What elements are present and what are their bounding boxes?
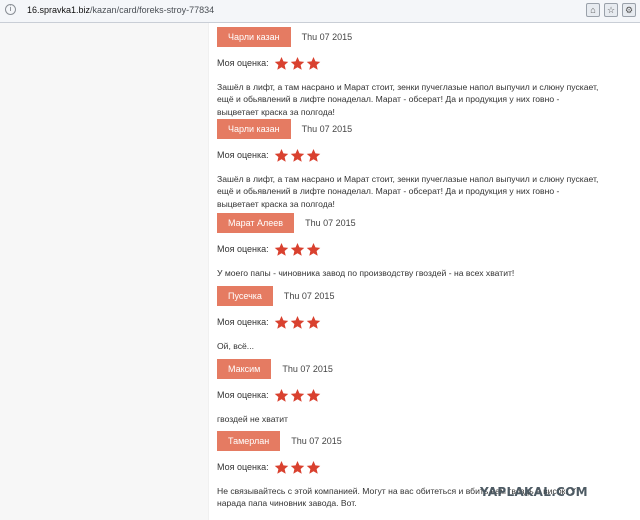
- star-icon: [306, 148, 320, 162]
- rating-label: Моя оценка:: [217, 317, 269, 327]
- star-icon: [290, 148, 304, 162]
- review-rating: Моя оценка:: [217, 241, 612, 257]
- review-text: гвоздей не хватит: [217, 414, 288, 424]
- review-date: Thu 07 2015: [282, 364, 333, 374]
- url-host: 16.spravka1.biz: [27, 5, 91, 15]
- rating-stars: [274, 315, 322, 330]
- star-icon: [290, 460, 304, 474]
- page-info-icon[interactable]: i: [5, 4, 16, 15]
- star-icon: [290, 56, 304, 70]
- review-item: Максим Thu 07 2015 Моя оценка: гвоздей н…: [217, 359, 612, 425]
- review-date: Thu 07 2015: [305, 218, 356, 228]
- star-icon: [290, 315, 304, 329]
- star-icon: [274, 460, 288, 474]
- star-icon: [274, 148, 288, 162]
- star-icon: [306, 460, 320, 474]
- window-controls: ⌂ ☆ ⚙: [586, 3, 636, 17]
- favorites-star-icon[interactable]: ☆: [604, 3, 618, 17]
- review-author[interactable]: Максим: [217, 359, 272, 379]
- home-icon[interactable]: ⌂: [586, 3, 600, 17]
- review-text: Зашёл в лифт, а там насрано и Марат стои…: [217, 82, 599, 117]
- rating-stars: [274, 242, 322, 257]
- star-icon: [306, 242, 320, 256]
- left-blank-area: [0, 23, 208, 520]
- review-text: У моего папы - чиновника завод по произв…: [217, 268, 515, 278]
- reviews-list: Чарли казан Thu 07 2015 Моя оценка: Зашё…: [209, 23, 640, 520]
- review-item: Чарли казан Thu 07 2015 Моя оценка: Зашё…: [217, 27, 612, 118]
- star-icon: [290, 388, 304, 402]
- review-rating: Моя оценка:: [217, 314, 612, 330]
- review-author[interactable]: Тамерлан: [217, 431, 281, 451]
- review-author[interactable]: Чарли казан: [217, 119, 291, 139]
- rating-stars: [274, 148, 322, 163]
- review-date: Thu 07 2015: [301, 32, 353, 42]
- rating-label: Моя оценка:: [217, 58, 269, 68]
- review-date: Thu 07 2015: [291, 436, 342, 446]
- review-item: Пусечка Thu 07 2015 Моя оценка: Ой, всё.…: [217, 286, 612, 352]
- site-watermark: YAPLAKAL.COM: [480, 485, 588, 499]
- review-date: Thu 07 2015: [301, 124, 353, 134]
- page: Чарли казан Thu 07 2015 Моя оценка: Зашё…: [0, 23, 640, 520]
- star-icon: [306, 388, 320, 402]
- rating-label: Моя оценка:: [217, 150, 269, 160]
- rating-label: Моя оценка:: [217, 462, 269, 472]
- star-icon: [306, 315, 320, 329]
- review-author[interactable]: Чарли казан: [217, 27, 291, 47]
- url-path: /kazan/card/foreks-stroy-77834: [90, 5, 215, 15]
- review-text: Зашёл в лифт, а там насрано и Марат стои…: [217, 174, 599, 209]
- rating-label: Моя оценка:: [217, 244, 269, 254]
- review-rating: Моя оценка:: [217, 55, 612, 71]
- star-icon: [274, 388, 288, 402]
- rating-stars: [274, 388, 322, 403]
- star-icon: [290, 242, 304, 256]
- star-icon: [274, 56, 288, 70]
- browser-address-bar: i 16.spravka1.biz/kazan/card/foreks-stro…: [0, 0, 640, 23]
- review-author[interactable]: Пусечка: [217, 286, 273, 306]
- review-item: Марат Алеев Thu 07 2015 Моя оценка: У мо…: [217, 213, 612, 279]
- rating-stars: [274, 56, 322, 71]
- settings-gear-icon[interactable]: ⚙: [622, 3, 636, 17]
- star-icon: [306, 56, 320, 70]
- rating-label: Моя оценка:: [217, 390, 269, 400]
- star-icon: [274, 242, 288, 256]
- review-date: Thu 07 2015: [283, 291, 335, 301]
- review-item: Чарли казан Thu 07 2015 Моя оценка: Зашё…: [217, 119, 612, 210]
- review-text: Ой, всё...: [217, 341, 254, 351]
- review-rating: Моя оценка:: [217, 459, 612, 475]
- address-url[interactable]: 16.spravka1.biz/kazan/card/foreks-stroy-…: [27, 5, 214, 15]
- star-icon: [274, 315, 288, 329]
- review-rating: Моя оценка:: [217, 147, 612, 163]
- review-rating: Моя оценка:: [217, 387, 612, 403]
- review-author[interactable]: Марат Алеев: [217, 213, 295, 233]
- rating-stars: [274, 460, 322, 475]
